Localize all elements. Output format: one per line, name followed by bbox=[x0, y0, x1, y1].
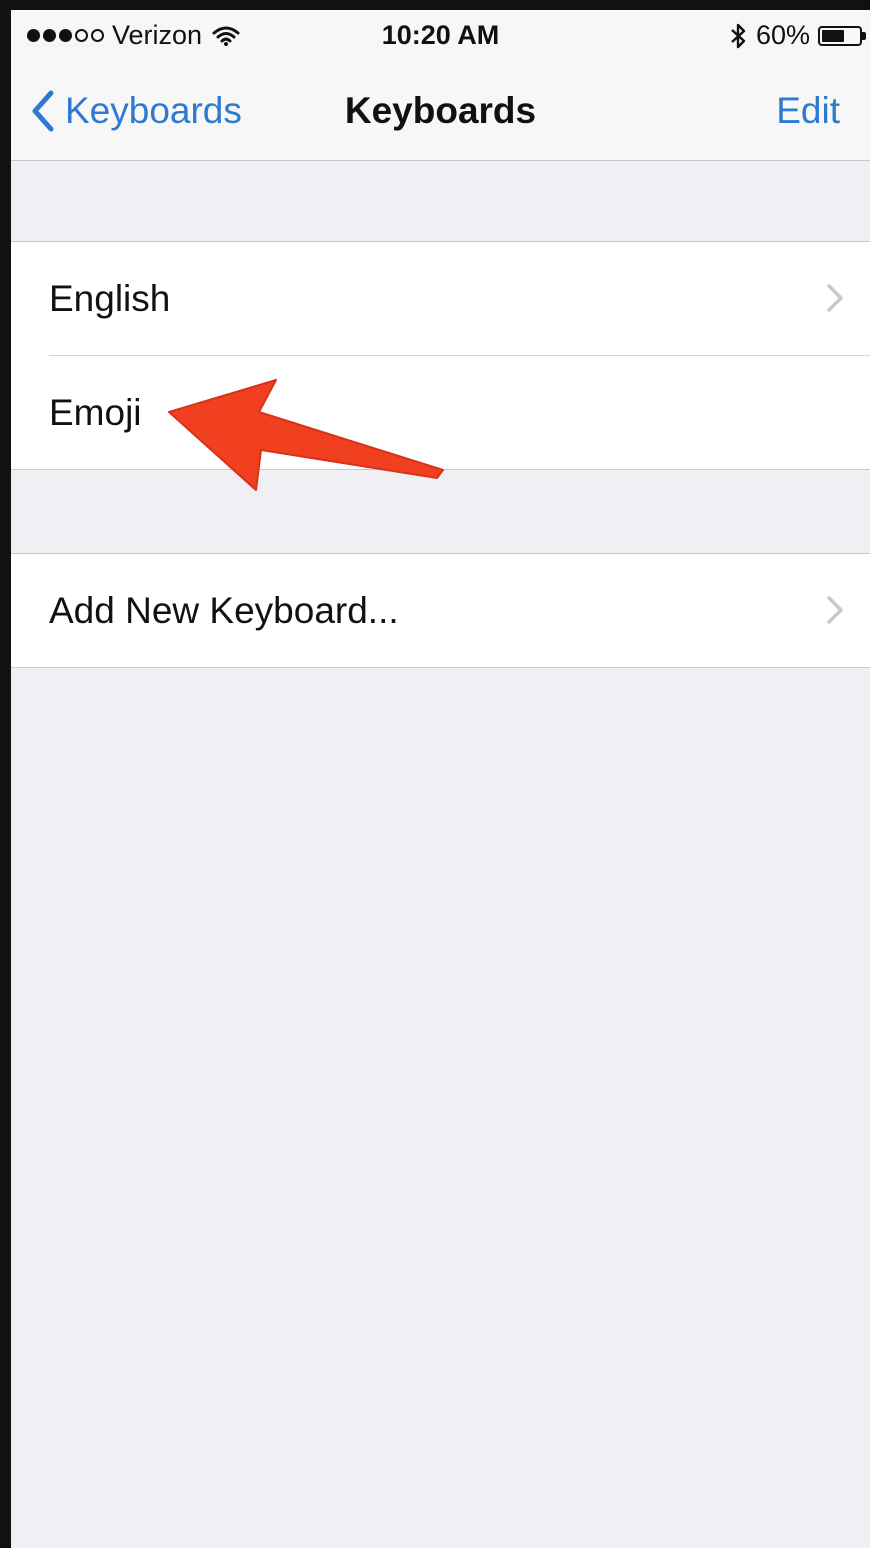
battery-icon bbox=[818, 25, 866, 46]
keyboard-label: English bbox=[49, 277, 171, 319]
keyboard-row-english[interactable]: English bbox=[11, 242, 870, 355]
chevron-right-icon bbox=[827, 284, 843, 312]
status-right: 60% bbox=[730, 20, 866, 51]
page-title: Keyboards bbox=[344, 90, 537, 131]
annotation-arrow bbox=[168, 379, 444, 491]
edit-button[interactable]: Edit bbox=[776, 90, 840, 132]
bluetooth-icon bbox=[731, 23, 746, 48]
add-keyboard-group: Add New Keyboard... bbox=[11, 553, 870, 668]
navigation-bar: Keyboards Keyboards Edit bbox=[11, 62, 870, 161]
battery-fill bbox=[822, 29, 844, 42]
battery-tip bbox=[862, 31, 866, 40]
keyboard-label: Emoji bbox=[49, 391, 142, 433]
add-keyboard-label: Add New Keyboard... bbox=[49, 589, 399, 631]
phone-screen: Verizon 10:20 AM 60% Keyboards Keyboards… bbox=[0, 0, 870, 1548]
add-new-keyboard-row[interactable]: Add New Keyboard... bbox=[11, 554, 870, 667]
battery-percent: 60% bbox=[755, 20, 810, 50]
chevron-right-icon bbox=[827, 596, 843, 624]
status-bar: Verizon 10:20 AM 60% bbox=[11, 10, 870, 62]
